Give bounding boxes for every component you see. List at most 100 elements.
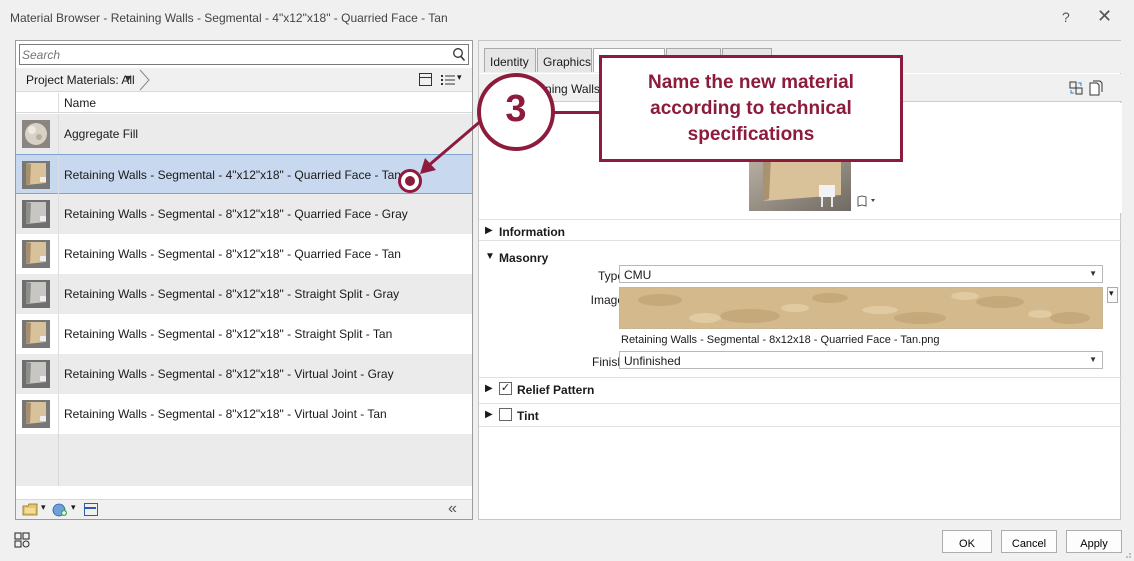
relief-pattern-section-header[interactable]: ▶ ✓ Relief Pattern xyxy=(479,377,1122,399)
search-icon[interactable] xyxy=(452,47,466,62)
search-input[interactable] xyxy=(22,46,442,63)
cancel-button[interactable]: Cancel xyxy=(1001,530,1057,553)
finish-label: Finish xyxy=(591,355,624,369)
title-bar: Material Browser - Retaining Walls - Seg… xyxy=(0,0,1134,36)
information-section-header[interactable]: ▶ Information xyxy=(479,219,1122,241)
material-thumbnail-icon xyxy=(22,161,50,189)
chevron-down-icon: ▼ xyxy=(1089,269,1097,278)
collapse-library-icon[interactable]: « xyxy=(448,500,457,518)
tint-section-header[interactable]: ▶ Tint xyxy=(479,403,1122,425)
toggle-panel-icon[interactable] xyxy=(419,73,432,86)
material-list-item[interactable]: Retaining Walls - Segmental - 8"x12"x18"… xyxy=(16,394,472,434)
view-options-icon[interactable] xyxy=(440,73,456,87)
section-title: Masonry xyxy=(499,251,549,265)
tab-graphics[interactable]: Graphics xyxy=(537,48,592,72)
library-menu-icon[interactable] xyxy=(22,503,38,516)
relief-pattern-checkbox[interactable]: ✓ xyxy=(499,382,512,395)
texture-pattern xyxy=(620,288,1102,328)
material-thumbnail-icon xyxy=(22,280,50,308)
replace-asset-icon[interactable] xyxy=(1089,80,1103,96)
chevron-down-icon: ▼ xyxy=(1089,355,1097,364)
column-separator xyxy=(58,434,59,486)
material-list-item[interactable]: Retaining Walls - Segmental - 8"x12"x18"… xyxy=(16,234,472,274)
column-separator xyxy=(58,274,59,314)
name-column-header[interactable]: Name xyxy=(64,96,96,110)
material-name: Retaining Walls - Segmental - 8"x12"x18"… xyxy=(64,327,393,341)
preview-options-icon[interactable] xyxy=(857,195,879,207)
material-name: Retaining Walls - Segmental - 8"x12"x18"… xyxy=(64,207,408,221)
resize-grip-icon[interactable] xyxy=(1122,549,1132,559)
callout-text: Name the new material according to techn… xyxy=(648,72,854,145)
callout-box: Name the new material according to techn… xyxy=(599,55,903,162)
material-list-item[interactable]: Retaining Walls - Segmental - 8"x12"x18"… xyxy=(16,274,472,314)
column-separator xyxy=(58,114,59,154)
target-marker-icon xyxy=(398,169,422,193)
view-options-caret-icon[interactable]: ▾ xyxy=(457,72,462,83)
material-settings-icon[interactable] xyxy=(14,532,30,548)
material-thumbnail-icon xyxy=(22,320,50,348)
library-menu-caret-icon[interactable]: ▾ xyxy=(41,502,46,513)
column-separator xyxy=(58,234,59,274)
step-number-badge: 3 xyxy=(477,73,555,151)
material-list-item[interactable]: Aggregate Fill xyxy=(16,114,472,154)
create-material-caret-icon[interactable]: ▾ xyxy=(71,502,76,513)
material-thumbnail-icon xyxy=(22,360,50,388)
material-list-item[interactable]: Retaining Walls - Segmental - 8"x12"x18"… xyxy=(16,194,472,234)
material-list-item[interactable]: Retaining Walls - Segmental - 8"x12"x18"… xyxy=(16,314,472,354)
section-title: Relief Pattern xyxy=(517,383,595,397)
list-column-header: Name xyxy=(16,93,472,113)
search-box[interactable] xyxy=(19,44,469,65)
filter-dropdown-icon[interactable]: ▼ xyxy=(124,73,133,83)
apply-button[interactable]: Apply xyxy=(1066,530,1122,553)
callout-connector xyxy=(553,111,601,114)
section-title: Information xyxy=(499,225,565,239)
type-select[interactable]: CMU ▼ xyxy=(619,265,1103,283)
breadcrumb-chevron-icon xyxy=(139,69,150,91)
material-list-item[interactable]: Retaining Walls - Segmental - 8"x12"x18"… xyxy=(16,354,472,394)
project-materials-filter[interactable]: Project Materials: All xyxy=(26,73,135,87)
material-name: Retaining Walls - Segmental - 8"x12"x18"… xyxy=(64,407,387,421)
asset-browser-icon[interactable] xyxy=(84,503,98,516)
tint-checkbox[interactable] xyxy=(499,408,512,421)
image-filename[interactable]: Retaining Walls - Segmental - 8x12x18 - … xyxy=(621,334,940,346)
expand-arrow-icon: ▶ xyxy=(485,225,493,236)
window-title: Material Browser - Retaining Walls - Seg… xyxy=(10,11,448,25)
duplicate-asset-icon[interactable] xyxy=(1069,81,1083,95)
material-name: Aggregate Fill xyxy=(64,127,139,141)
divider xyxy=(479,426,1122,427)
ok-button[interactable]: OK xyxy=(942,530,992,553)
close-button[interactable]: ✕ xyxy=(1097,6,1112,27)
filter-bar: Project Materials: All ▼ ▾ xyxy=(16,68,472,92)
expand-arrow-icon: ▶ xyxy=(485,409,493,420)
material-name: Retaining Walls - Segmental - 8"x12"x18"… xyxy=(64,367,394,381)
material-thumbnail-icon xyxy=(22,400,50,428)
image-texture-swatch[interactable] xyxy=(619,287,1103,329)
tab-identity[interactable]: Identity xyxy=(484,48,536,72)
list-empty-area xyxy=(16,434,472,486)
material-name: Retaining Walls - Segmental - 4"x12"x18"… xyxy=(64,168,401,182)
material-name: Retaining Walls - Segmental - 8"x12"x18"… xyxy=(64,247,401,261)
column-divider[interactable] xyxy=(58,93,59,113)
collapse-arrow-icon: ▼ xyxy=(485,251,495,262)
column-separator xyxy=(58,354,59,394)
column-separator xyxy=(58,314,59,354)
expand-arrow-icon: ▶ xyxy=(485,383,493,394)
create-material-icon[interactable] xyxy=(52,503,68,517)
type-value: CMU xyxy=(624,268,652,282)
material-thumbnail-icon xyxy=(22,200,50,228)
type-label: Type xyxy=(597,269,624,283)
material-thumbnail-icon xyxy=(22,120,50,148)
column-separator xyxy=(58,394,59,434)
section-title: Tint xyxy=(517,409,539,423)
column-separator xyxy=(58,194,59,234)
finish-value: Unfinished xyxy=(624,354,681,368)
column-separator xyxy=(58,155,59,195)
help-button[interactable]: ? xyxy=(1062,9,1070,25)
material-thumbnail-icon xyxy=(22,240,50,268)
target-dot xyxy=(405,176,415,186)
material-browser-panel: Project Materials: All ▼ ▾ Name Aggregat… xyxy=(15,40,473,520)
finish-select[interactable]: Unfinished ▼ xyxy=(619,351,1103,369)
image-options-button[interactable] xyxy=(1107,287,1118,303)
step-number: 3 xyxy=(505,88,527,130)
library-toolbar: ▾ ▾ « xyxy=(16,499,472,519)
